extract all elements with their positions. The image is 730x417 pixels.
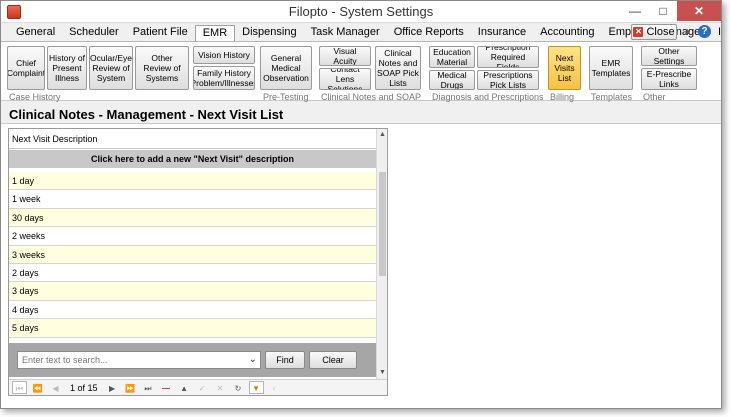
history-present-illness-button[interactable]: History of Present Illness xyxy=(47,46,87,90)
contact-lens-solutions-button[interactable]: Contact Lens Solutions xyxy=(319,68,371,90)
next-visits-list-button[interactable]: Next Visits List xyxy=(548,46,581,90)
table-row[interactable]: 30 days xyxy=(9,208,376,228)
search-input[interactable]: Enter text to search... ⌄ xyxy=(17,351,261,369)
emr-ribbon: Chief Complaint History of Present Illne… xyxy=(1,41,721,102)
add-new-row-button[interactable]: Click here to add a new "Next Visit" des… xyxy=(9,150,376,168)
other-review-systems-button[interactable]: Other Review of Systems xyxy=(135,46,189,90)
table-row[interactable]: 5 days xyxy=(9,319,376,338)
table-row[interactable]: 4 days xyxy=(9,300,376,320)
close-x-icon: ✕ xyxy=(633,27,644,37)
column-header-next-visit-description[interactable]: Next Visit Description xyxy=(9,129,376,149)
main-tabs: General Scheduler Patient File EMR Dispe… xyxy=(9,25,721,42)
group-label-diagnosis-prescriptions: Diagnosis and Prescriptions xyxy=(432,92,544,102)
group-label-case-history: Case History xyxy=(9,92,61,102)
prescriptions-pick-lists-button[interactable]: Prescriptions Pick Lists xyxy=(477,70,539,90)
cancel-edit-icon[interactable]: ✕ xyxy=(213,381,228,394)
group-label-billing: Billing xyxy=(550,92,575,102)
content-area: Next Visit Description Click here to add… xyxy=(1,123,721,408)
clear-button[interactable]: Clear xyxy=(309,351,357,369)
table-row[interactable]: 1 day xyxy=(9,172,376,191)
clinical-notes-soap-button[interactable]: Clinical Notes and SOAP Pick Lists xyxy=(375,46,421,90)
minimize-icon[interactable]: — xyxy=(621,1,649,21)
group-label-templates: Templates xyxy=(591,92,633,102)
search-bar: Enter text to search... ⌄ Find Clear xyxy=(9,343,376,377)
main-tabs-bar: General Scheduler Patient File EMR Dispe… xyxy=(1,23,721,42)
next-visit-grid: Next Visit Description Click here to add… xyxy=(8,128,388,396)
first-page-icon[interactable]: ⏮ xyxy=(12,381,27,394)
table-row[interactable]: 2 days xyxy=(9,263,376,283)
scroll-thumb[interactable] xyxy=(379,172,386,276)
search-placeholder: Enter text to search... xyxy=(22,355,108,365)
other-settings-button[interactable]: Other Settings xyxy=(641,46,697,66)
title-bar: Filopto - System Settings — □ ✕ xyxy=(1,1,721,23)
group-label-other: Other xyxy=(643,92,666,102)
data-navigator: ⏮ ⏪ ◀ 1 of 15 ▶ ⏩ ⏭ — ▲ ✓ ✕ ↻ ▼ ‹ xyxy=(9,379,387,395)
scroll-down-icon[interactable]: ▼ xyxy=(377,367,387,378)
tab-task-manager[interactable]: Task Manager xyxy=(304,25,387,41)
chief-complaint-button[interactable]: Chief Complaint xyxy=(7,46,45,90)
next-record-icon[interactable]: ▶ xyxy=(105,381,120,394)
delete-record-icon[interactable]: — xyxy=(159,381,174,394)
refresh-icon[interactable]: ↻ xyxy=(231,381,246,394)
window-controls: — □ ✕ xyxy=(621,1,721,21)
close-button-label: Close xyxy=(646,26,675,38)
help-icon[interactable]: ? xyxy=(698,25,711,38)
ocular-eye-review-button[interactable]: Ocular/Eye Review of System xyxy=(89,46,133,90)
vertical-scrollbar[interactable]: ▲ ▼ xyxy=(376,129,387,379)
tab-patient-file[interactable]: Patient File xyxy=(126,25,195,41)
family-history-button[interactable]: Family History Problem/Illnesses xyxy=(193,66,255,90)
tab-dispensing[interactable]: Dispensing xyxy=(235,25,303,41)
filter-icon[interactable]: ▼ xyxy=(248,381,264,394)
table-row[interactable]: 3 weeks xyxy=(9,245,376,264)
tab-office-reports[interactable]: Office Reports xyxy=(387,25,471,41)
save-record-icon[interactable]: ✓ xyxy=(195,381,210,394)
prescription-required-fields-button[interactable]: Prescription Required Fields xyxy=(477,46,539,68)
scroll-left-icon[interactable]: ‹ xyxy=(267,381,282,394)
search-dropdown-icon[interactable]: ⌄ xyxy=(249,352,257,368)
general-medical-observation-button[interactable]: General Medical Observation xyxy=(260,46,312,90)
education-material-button[interactable]: Education Material xyxy=(429,46,475,68)
tab-scheduler[interactable]: Scheduler xyxy=(62,25,126,41)
window-close-icon[interactable]: ✕ xyxy=(677,1,721,21)
window-title: Filopto - System Settings xyxy=(288,4,434,19)
emr-templates-button[interactable]: EMR Templates xyxy=(589,46,633,90)
page-title: Clinical Notes - Management - Next Visit… xyxy=(9,107,284,122)
table-row[interactable]: 1 week xyxy=(9,190,376,209)
tab-inventory[interactable]: Inventory xyxy=(711,25,721,41)
table-row[interactable]: 3 days xyxy=(9,282,376,301)
collapse-ribbon-icon[interactable]: ▲ xyxy=(683,26,692,36)
vision-history-button[interactable]: Vision History xyxy=(193,46,255,64)
e-prescribe-links-button[interactable]: E-Prescribe Links xyxy=(641,68,697,90)
medical-drugs-button[interactable]: Medical Drugs xyxy=(429,70,475,90)
maximize-icon[interactable]: □ xyxy=(649,1,677,21)
last-page-icon[interactable]: ⏭ xyxy=(141,381,156,394)
table-row[interactable]: 2 weeks xyxy=(9,227,376,246)
grid-rows: 1 day 1 week 30 days 2 weeks 3 weeks 2 d… xyxy=(9,172,376,338)
visual-acuity-button[interactable]: Visual Acuity xyxy=(319,46,371,66)
tab-emr[interactable]: EMR xyxy=(194,25,236,42)
find-button[interactable]: Find xyxy=(265,351,305,369)
tab-general[interactable]: General xyxy=(9,25,62,41)
next-page-icon[interactable]: ⏩ xyxy=(123,381,138,394)
group-label-pre-testing: Pre-Testing xyxy=(263,92,309,102)
close-button[interactable]: ✕ Close xyxy=(631,24,677,40)
tab-accounting[interactable]: Accounting xyxy=(533,25,601,41)
tab-insurance[interactable]: Insurance xyxy=(471,25,533,41)
system-settings-window: Filopto - System Settings — □ ✕ General … xyxy=(0,0,722,409)
previous-record-icon[interactable]: ◀ xyxy=(48,381,63,394)
group-label-clinical-notes-soap: Clinical Notes and SOAP xyxy=(321,92,422,102)
edit-record-icon[interactable]: ▲ xyxy=(177,381,192,394)
previous-page-icon[interactable]: ⏪ xyxy=(30,381,45,394)
page-info: 1 of 15 xyxy=(70,382,98,393)
scroll-up-icon[interactable]: ▲ xyxy=(377,129,387,140)
